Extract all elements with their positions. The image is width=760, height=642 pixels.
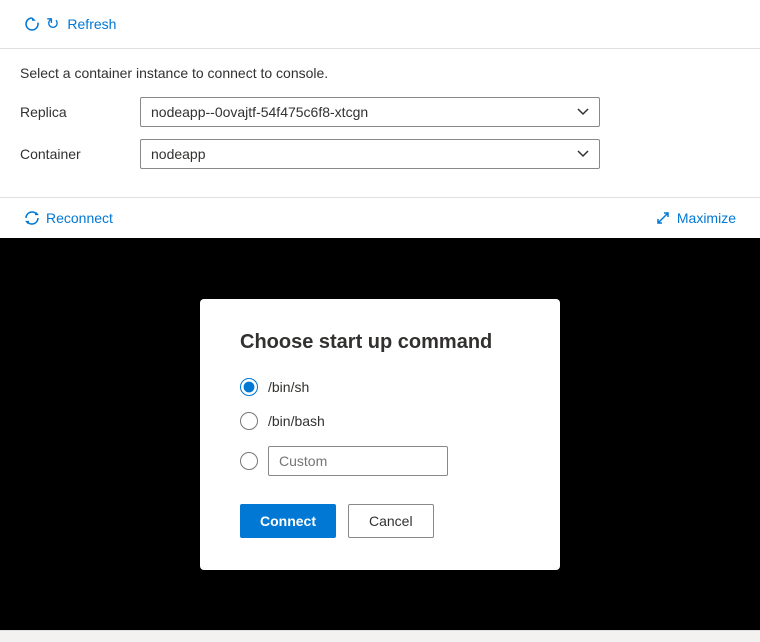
radio-bin-bash[interactable] <box>240 412 258 430</box>
replica-label: Replica <box>20 104 140 120</box>
replica-select[interactable]: nodeapp--0ovajtf-54f475c6f8-xtcgn <box>140 97 600 127</box>
custom-command-input[interactable] <box>268 446 448 476</box>
dialog-title: Choose start up command <box>240 331 520 354</box>
refresh-label: Refresh <box>67 16 116 32</box>
dialog-overlay: Choose start up command /bin/sh /bin/bas… <box>0 238 760 630</box>
dialog-actions: Connect Cancel <box>240 504 520 538</box>
form-area: Select a container instance to connect t… <box>0 49 760 198</box>
option-bin-sh[interactable]: /bin/sh <box>240 378 520 396</box>
container-row: Container nodeapp <box>20 139 740 169</box>
container-label: Container <box>20 146 140 162</box>
bottom-bar <box>0 630 760 642</box>
refresh-icon-glyph: ↻ <box>46 14 59 34</box>
startup-dialog: Choose start up command /bin/sh /bin/bas… <box>200 299 560 570</box>
container-select[interactable]: nodeapp <box>140 139 600 169</box>
radio-custom[interactable] <box>240 452 258 470</box>
maximize-icon <box>655 210 671 226</box>
toolbar: ↻ Refresh <box>0 0 760 49</box>
startup-options: /bin/sh /bin/bash <box>240 378 520 476</box>
replica-row: Replica nodeapp--0ovajtf-54f475c6f8-xtcg… <box>20 97 740 127</box>
reconnect-button[interactable]: Reconnect <box>16 206 121 230</box>
option-bin-bash[interactable]: /bin/bash <box>240 412 520 430</box>
cancel-button[interactable]: Cancel <box>348 504 434 538</box>
radio-bin-sh[interactable] <box>240 378 258 396</box>
form-description: Select a container instance to connect t… <box>20 65 740 81</box>
maximize-button[interactable]: Maximize <box>647 206 744 230</box>
terminal-area: Choose start up command /bin/sh /bin/bas… <box>0 238 760 630</box>
reconnect-icon <box>24 210 40 226</box>
maximize-label: Maximize <box>677 210 736 226</box>
refresh-icon <box>24 16 40 32</box>
label-bin-sh: /bin/sh <box>268 379 309 395</box>
refresh-button[interactable]: ↻ Refresh <box>16 10 124 38</box>
reconnect-label: Reconnect <box>46 210 113 226</box>
option-custom[interactable] <box>240 446 520 476</box>
connect-button[interactable]: Connect <box>240 504 336 538</box>
action-bar: Reconnect Maximize <box>0 198 760 238</box>
label-bin-bash: /bin/bash <box>268 413 325 429</box>
